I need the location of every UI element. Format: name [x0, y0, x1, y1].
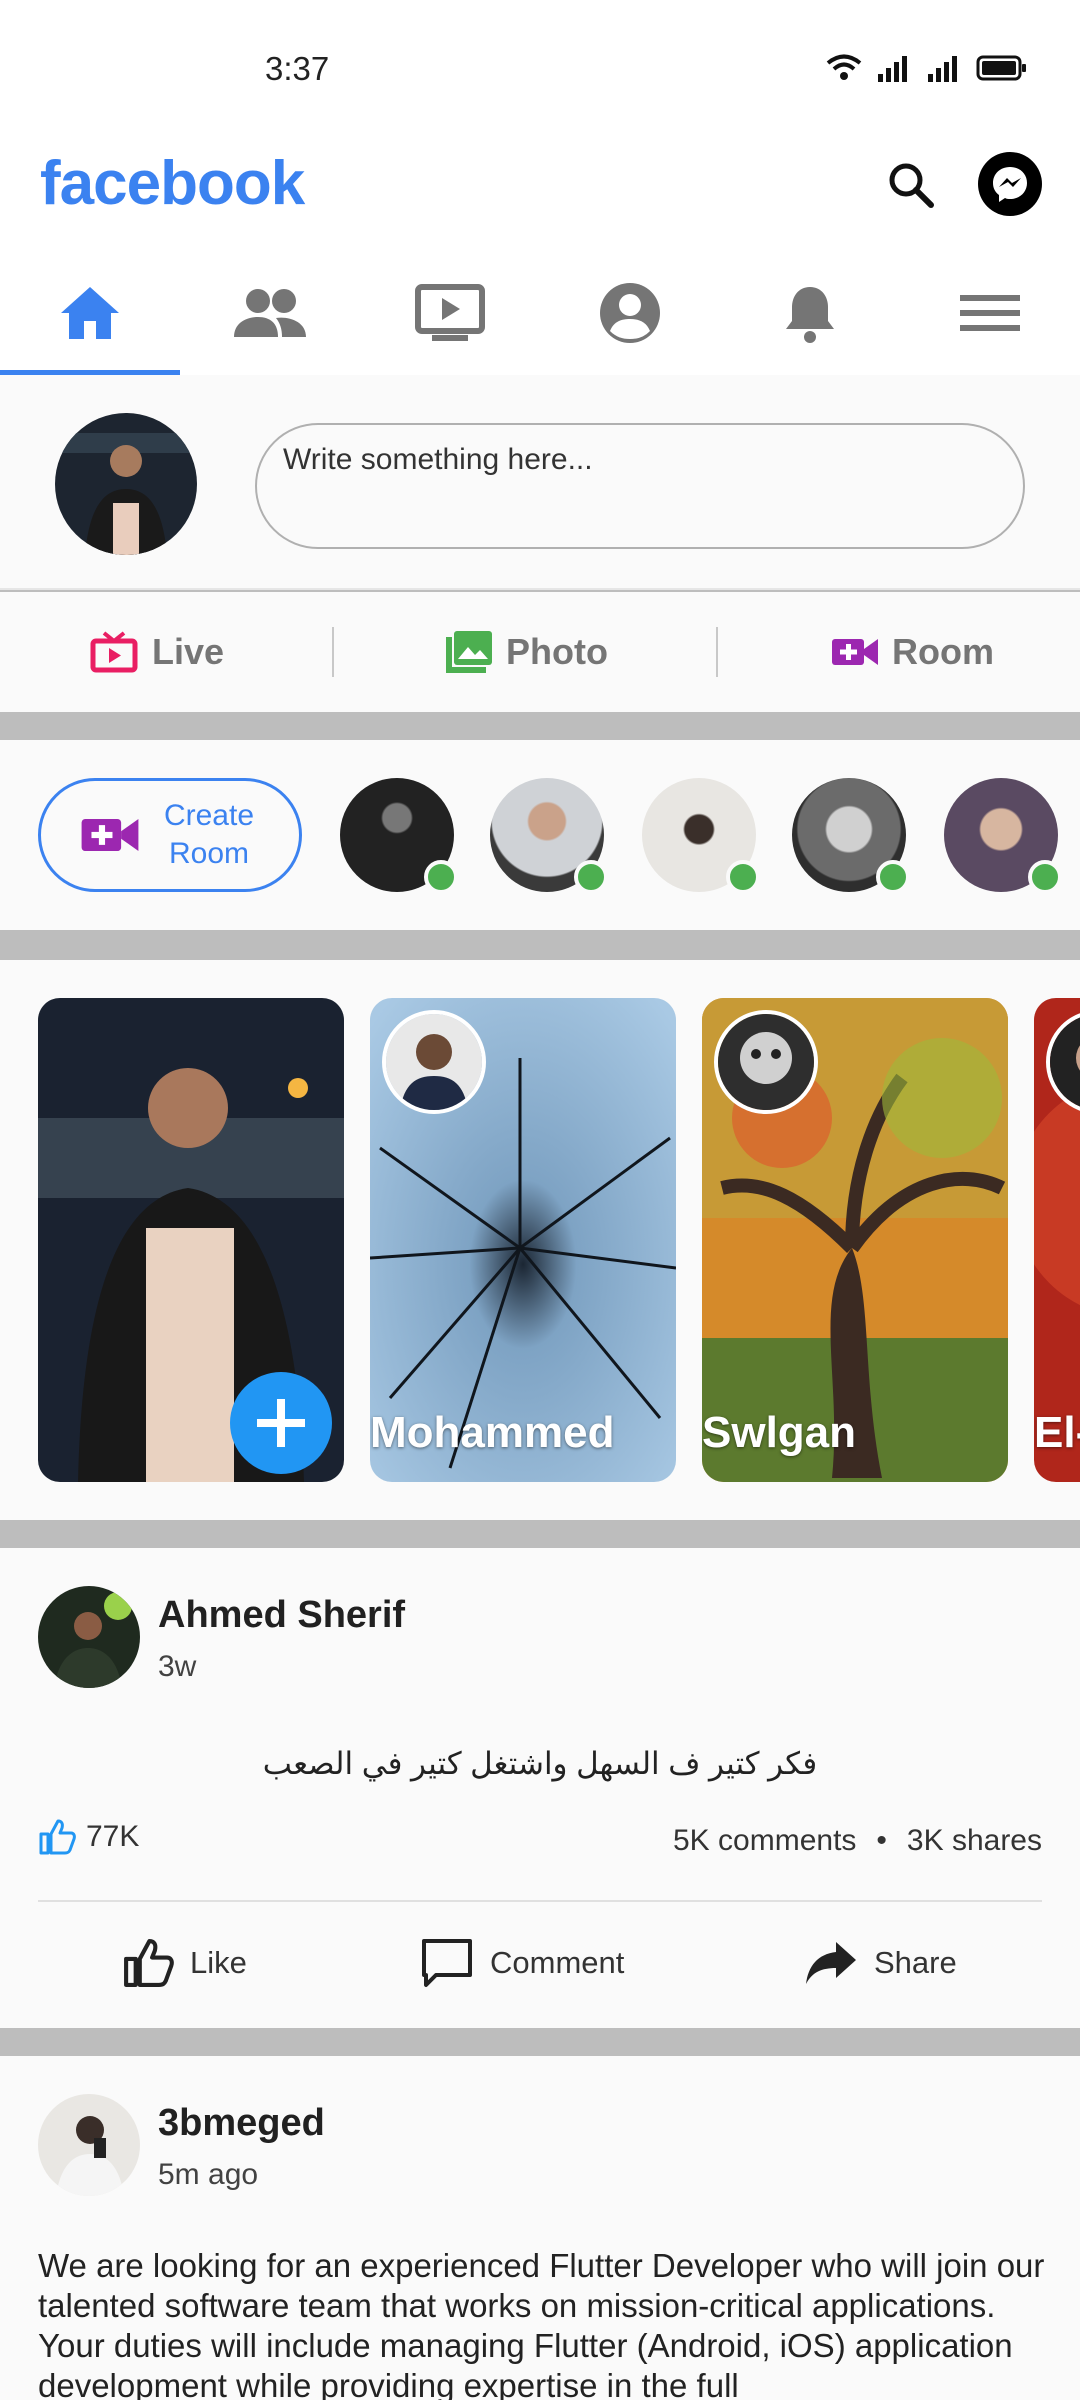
stories-carousel: Mohammed Swlgan El-	[0, 960, 1080, 1520]
room-video-icon	[832, 639, 878, 665]
post-text: فكر كتير ف السهل واشتغل كتير في الصعب	[262, 1746, 818, 1781]
room-video-icon	[81, 818, 139, 852]
live-button[interactable]: Live	[90, 592, 224, 712]
author-name[interactable]: 3bmeged	[158, 2102, 325, 2145]
home-icon	[61, 286, 119, 339]
bell-icon	[786, 286, 834, 343]
room-avatar[interactable]	[944, 778, 1062, 894]
tab-watch[interactable]	[360, 250, 540, 375]
post-actions: Like Comment Share	[0, 1903, 1080, 2023]
status-bar: 3:37	[0, 0, 1080, 140]
status-icons	[826, 54, 1028, 82]
facebook-logo: facebook	[40, 149, 305, 218]
wifi-icon	[826, 54, 862, 80]
likes-value: 77K	[86, 1820, 140, 1853]
separator-dot: •	[876, 1824, 887, 1857]
room-avatar[interactable]	[340, 778, 458, 894]
rooms-bar: Create Room	[0, 740, 1080, 930]
tab-home[interactable]	[0, 250, 180, 375]
plus-icon	[257, 1399, 305, 1447]
divider	[716, 627, 718, 677]
story-card-own[interactable]	[38, 998, 344, 1482]
room-button[interactable]: Room	[832, 592, 994, 712]
tab-profile[interactable]	[540, 250, 720, 375]
online-indicator	[876, 860, 910, 894]
post-time: 3w	[158, 1650, 197, 1683]
nav-tabs	[0, 250, 1080, 375]
photo-label: Photo	[506, 631, 608, 672]
comments-count[interactable]: 5K comments	[673, 1824, 856, 1858]
like-icon	[124, 1939, 174, 1987]
post-card: Ahmed Sherif 3w فكر كتير ف السهل واشتغل …	[0, 1548, 1080, 2028]
share-icon	[806, 1942, 856, 1984]
post-composer: Write something here...	[0, 375, 1080, 590]
watch-icon	[415, 283, 485, 341]
engagement-counts: 5K comments • 3K shares	[673, 1824, 1042, 1858]
tab-notifications[interactable]	[720, 250, 900, 375]
story-avatar	[382, 1010, 486, 1114]
photo-icon	[446, 631, 492, 673]
story-avatar	[714, 1010, 818, 1114]
author-avatar[interactable]	[38, 1586, 140, 1688]
author-avatar[interactable]	[38, 2094, 140, 2196]
photo-button[interactable]: Photo	[446, 592, 608, 712]
like-button[interactable]: Like	[122, 1903, 247, 2023]
battery-icon	[976, 55, 1026, 81]
post-card: 3bmeged 5m ago We are looking for an exp…	[0, 2056, 1080, 2400]
search-button[interactable]	[878, 152, 944, 218]
share-label: Share	[874, 1945, 957, 1980]
comment-label: Comment	[490, 1945, 625, 1980]
avatar[interactable]	[55, 413, 197, 555]
shares-count[interactable]: 3K shares	[907, 1824, 1042, 1858]
live-icon	[90, 631, 138, 673]
room-avatar[interactable]	[792, 778, 910, 894]
live-label: Live	[152, 631, 225, 672]
likes-count[interactable]: 77K	[38, 1818, 139, 1856]
search-icon	[889, 163, 934, 208]
tab-menu[interactable]	[900, 250, 1080, 375]
online-indicator	[424, 860, 458, 894]
room-avatar[interactable]	[642, 778, 760, 894]
post-text: We are looking for an experienced Flutte…	[38, 2247, 1045, 2400]
signal-icon-2	[928, 56, 957, 82]
story-name: Swlgan	[702, 1408, 857, 1457]
online-indicator	[1028, 860, 1062, 894]
online-indicator	[574, 860, 608, 894]
story-card[interactable]: El-	[1034, 998, 1080, 1482]
room-label: Room	[892, 631, 994, 672]
thumbs-up-icon	[39, 1819, 76, 1855]
create-room-button[interactable]: Create Room	[38, 778, 302, 892]
messenger-icon	[993, 167, 1027, 202]
like-label: Like	[190, 1945, 247, 1980]
room-avatar[interactable]	[490, 778, 608, 894]
messenger-button[interactable]	[978, 152, 1042, 216]
author-name[interactable]: Ahmed Sherif	[158, 1594, 405, 1637]
story-name: El-	[1034, 1408, 1080, 1457]
post-time: 5m ago	[158, 2158, 259, 2191]
create-actions: Live Photo Room	[0, 592, 1080, 712]
friends-icon	[234, 288, 306, 337]
tab-friends[interactable]	[180, 250, 360, 375]
online-indicator	[726, 860, 760, 894]
post-input[interactable]: Write something here...	[255, 423, 1025, 549]
signal-icon-1	[878, 56, 907, 82]
comment-icon	[422, 1939, 472, 1987]
app-bar: facebook	[0, 140, 1080, 250]
comment-button[interactable]: Comment	[420, 1903, 624, 2023]
profile-icon	[600, 282, 660, 343]
share-button[interactable]: Share	[804, 1903, 957, 2023]
status-time: 3:37	[265, 50, 330, 87]
story-card[interactable]: Mohammed	[370, 998, 676, 1482]
divider	[38, 1900, 1042, 1902]
story-card[interactable]: Swlgan	[702, 998, 1008, 1482]
menu-icon	[960, 294, 1020, 331]
divider	[332, 627, 334, 677]
add-story-button[interactable]	[230, 1372, 332, 1474]
story-name: Mohammed	[370, 1408, 615, 1457]
create-room-label: Create Room	[163, 799, 255, 870]
